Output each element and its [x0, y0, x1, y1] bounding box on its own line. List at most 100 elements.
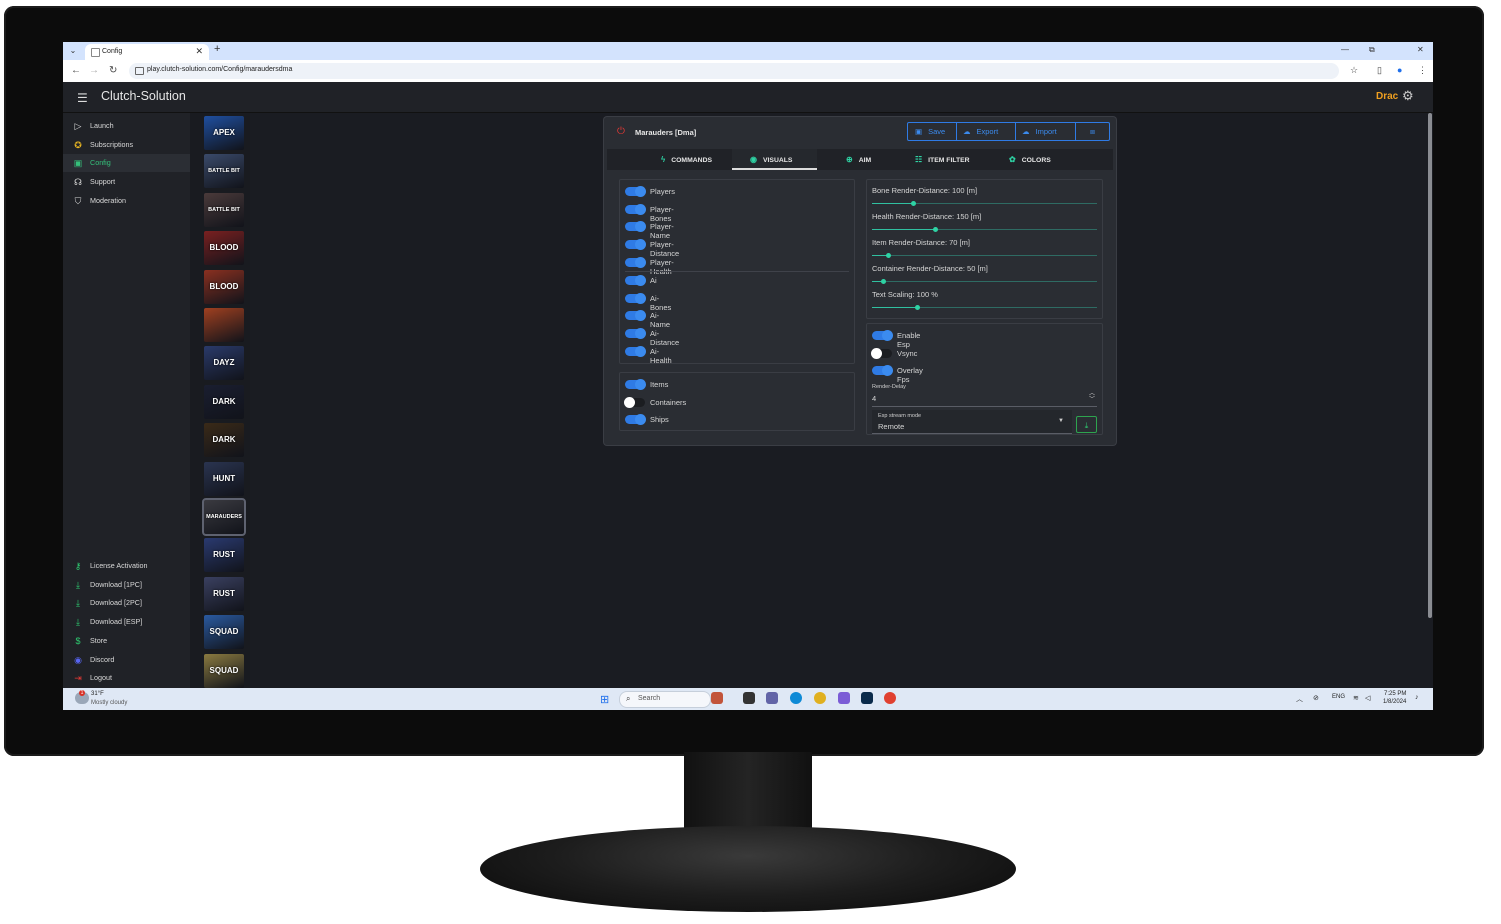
game-tile[interactable]: BATTLE BIT	[204, 154, 244, 189]
game-tile[interactable]: RUST	[204, 538, 244, 573]
game-tile[interactable]: HUNT	[204, 461, 244, 496]
game-tile[interactable]	[204, 308, 244, 342]
clock[interactable]: 7:25 PM 1/8/2024	[1383, 690, 1406, 706]
slider-track[interactable]	[872, 305, 1097, 310]
toggle-switch[interactable]	[625, 256, 646, 268]
tab-search-icon[interactable]: ⌄	[67, 45, 79, 57]
import-button[interactable]: ☁ Import	[1016, 123, 1076, 140]
game-tile[interactable]: BLOOD	[204, 231, 244, 266]
tab-commands[interactable]: ϟ COMMANDS	[661, 149, 712, 170]
slider-thumb[interactable]	[933, 227, 938, 232]
toggle-switch[interactable]	[625, 239, 646, 251]
forward-icon[interactable]: →	[89, 65, 99, 76]
url-field[interactable]: play.clutch-solution.com/Config/marauder…	[129, 63, 1339, 79]
game-tile[interactable]: SQUAD	[204, 615, 244, 650]
page-scrollbar[interactable]	[1428, 113, 1432, 618]
taskbar-widget-icon[interactable]	[711, 692, 723, 704]
slider-thumb[interactable]	[881, 279, 887, 284]
notification-bell-icon[interactable]: ♪	[1415, 694, 1419, 701]
export-button[interactable]: ☁ Export	[957, 123, 1016, 140]
photoshop-icon[interactable]	[861, 692, 873, 704]
task-view-icon[interactable]	[743, 692, 755, 704]
tab-visuals[interactable]: ◉ VISUALS	[732, 149, 817, 170]
sidebar-item-support[interactable]: ☊ Support	[63, 173, 190, 191]
spinner-arrows-icon[interactable]: ︿ ﹀	[1089, 391, 1095, 403]
reload-icon[interactable]: ↻	[109, 65, 117, 76]
teams-icon[interactable]	[766, 692, 778, 704]
sidebar-item-launch[interactable]: ▷ Launch	[63, 117, 190, 135]
toggle-switch[interactable]	[625, 379, 646, 390]
tab-colors[interactable]: ✿ COLORS	[1009, 149, 1051, 170]
tab-item-filter[interactable]: ☷ ITEM FILTER	[915, 149, 970, 170]
browser-tab[interactable]: Config ✕	[85, 44, 209, 60]
edge-icon[interactable]	[790, 692, 802, 704]
game-tile[interactable]: MARAUDERS	[202, 498, 246, 536]
new-tab-button[interactable]: +	[214, 43, 220, 55]
gear-icon[interactable]: ⚙	[1402, 88, 1414, 104]
toggle-switch[interactable]	[625, 328, 646, 340]
slider-track[interactable]	[872, 227, 1097, 232]
slider-thumb[interactable]	[910, 201, 916, 206]
sidebar-item-config[interactable]: ▣ Config	[63, 154, 190, 173]
toggle-switch[interactable]	[625, 221, 646, 233]
game-tile[interactable]: BATTLE BIT	[204, 192, 244, 227]
game-tile[interactable]: DARK	[204, 423, 244, 458]
language-indicator[interactable]: ENG	[1332, 694, 1345, 700]
toggle-switch[interactable]	[625, 414, 646, 426]
toggle-switch[interactable]	[625, 203, 646, 215]
stream-mode-select[interactable]: Esp stream mode Remote ▼	[872, 410, 1072, 434]
chrome-alt-icon[interactable]	[884, 692, 896, 704]
game-tile[interactable]: APEX	[204, 116, 244, 150]
menu-kebab-icon[interactable]: ⋮	[1418, 65, 1427, 76]
toggle-switch[interactable]	[872, 330, 893, 341]
tray-chevron-icon[interactable]: ︿	[1296, 694, 1303, 704]
toggle-switch[interactable]	[625, 186, 646, 197]
taskbar-search[interactable]: ⌕ Search	[619, 691, 711, 708]
slider-thumb[interactable]	[885, 253, 891, 258]
download-button[interactable]: ⤓	[1076, 416, 1097, 433]
chrome-icon[interactable]	[814, 692, 826, 704]
wifi-icon[interactable]: ≋	[1353, 694, 1359, 702]
overlay-button[interactable]: ⧈	[1076, 123, 1109, 140]
render-delay-input[interactable]: 4	[872, 394, 876, 403]
toggle-switch[interactable]	[625, 345, 646, 357]
toggle-switch[interactable]	[625, 310, 646, 322]
sidebar-item-download-2pc[interactable]: ⤓ Download [2PC]	[63, 594, 190, 612]
toggle-switch[interactable]	[872, 365, 893, 377]
username[interactable]: Drac	[1376, 91, 1398, 102]
toggle-switch[interactable]	[625, 292, 646, 304]
site-info-icon[interactable]	[135, 67, 144, 75]
discord-app-icon[interactable]	[838, 692, 850, 704]
slider-track[interactable]	[872, 253, 1097, 258]
network-off-icon[interactable]: ⊘	[1313, 694, 1319, 702]
save-button[interactable]: ▣ Save	[908, 123, 957, 140]
sidebar-item-download-1pc[interactable]: ⤓ Download [1PC]	[63, 576, 190, 594]
game-tile[interactable]: BLOOD	[204, 269, 244, 304]
side-panel-icon[interactable]: ▯	[1377, 65, 1382, 76]
slider-track[interactable]	[872, 279, 1097, 284]
game-tile[interactable]: RUST	[204, 576, 244, 611]
sidebar-item-logout[interactable]: ⇥ Logout	[63, 669, 190, 687]
hamburger-menu-icon[interactable]: ☰	[77, 91, 88, 105]
volume-icon[interactable]: ◁	[1365, 694, 1370, 702]
game-tile[interactable]: DARK	[204, 384, 244, 419]
slider-thumb[interactable]	[915, 305, 920, 310]
windows-start-icon[interactable]: ⊞	[600, 693, 609, 706]
maximize-icon[interactable]: ⧉	[1369, 45, 1375, 55]
game-tile[interactable]: DAYZ	[204, 346, 244, 381]
sidebar-item-subscriptions[interactable]: ✪ Subscriptions	[63, 136, 190, 154]
toggle-switch[interactable]	[625, 275, 646, 286]
sidebar-item-store[interactable]: $ Store	[63, 632, 190, 650]
toggle-switch[interactable]	[871, 347, 892, 359]
tab-close-icon[interactable]: ✕	[195, 46, 203, 57]
sidebar-item-download-esp[interactable]: ⤓ Download [ESP]	[63, 613, 190, 631]
tab-aim[interactable]: ⊕ AIM	[846, 149, 871, 170]
profile-icon[interactable]: ●	[1397, 65, 1402, 75]
game-tile[interactable]: SQUAD	[204, 653, 244, 688]
sidebar-item-moderation[interactable]: ⛉ Moderation	[63, 192, 190, 210]
slider-track[interactable]	[872, 201, 1097, 206]
sidebar-item-discord[interactable]: ◉ Discord	[63, 651, 190, 669]
minimize-icon[interactable]: —	[1341, 45, 1349, 54]
bookmark-star-icon[interactable]: ☆	[1350, 65, 1358, 76]
back-icon[interactable]: ←	[71, 65, 81, 76]
